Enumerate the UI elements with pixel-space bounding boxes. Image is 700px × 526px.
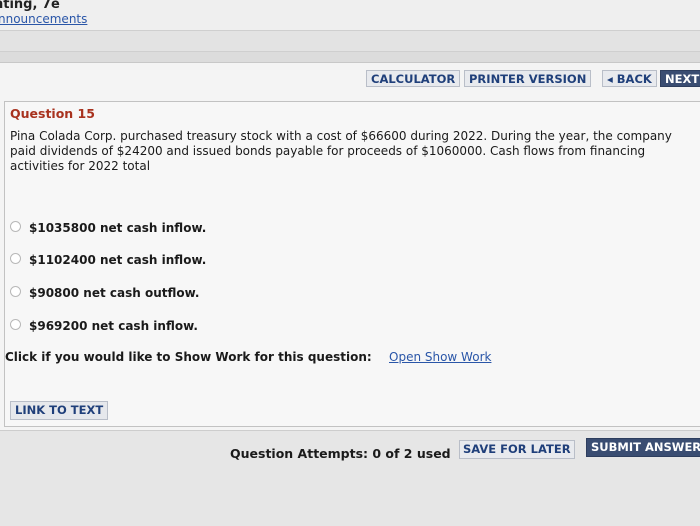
- back-button[interactable]: ◂ BACK: [602, 70, 657, 87]
- radio-button-3[interactable]: [10, 285, 21, 297]
- answer-option-label: $90800 net cash outflow.: [29, 286, 200, 300]
- answer-option-1[interactable]: $1035800 net cash inflow.: [10, 220, 206, 236]
- announcements-link[interactable]: nnouncements: [0, 12, 87, 26]
- radio-button-1[interactable]: [10, 220, 21, 232]
- question-text: Pina Colada Corp. purchased treasury sto…: [10, 129, 672, 173]
- header-divider: [0, 30, 700, 52]
- question-box: Question 15 Pina Colada Corp. purchased …: [4, 101, 700, 427]
- answer-option-label: $1102400 net cash inflow.: [29, 253, 207, 267]
- question-attempts: Question Attempts: 0 of 2 used: [230, 446, 451, 461]
- course-title: nting, 7e: [0, 0, 60, 12]
- answer-option-label: $969200 net cash inflow.: [29, 319, 198, 333]
- show-work-prompt: Click if you would like to Show Work for…: [5, 350, 372, 364]
- link-to-text-button[interactable]: LINK TO TEXT: [10, 401, 109, 420]
- answer-option-2[interactable]: $1102400 net cash inflow.: [10, 252, 206, 268]
- calculator-button[interactable]: CALCULATOR: [366, 70, 461, 87]
- next-button[interactable]: NEXT: [660, 70, 700, 87]
- save-for-later-button[interactable]: SAVE FOR LATER: [459, 440, 575, 459]
- answer-option-label: $1035800 net cash inflow.: [29, 221, 207, 235]
- toolbar: CALCULATOR PRINTER VERSION ◂ BACK NEXT: [0, 63, 700, 93]
- question-number: Question 15: [10, 106, 95, 121]
- open-show-work-link[interactable]: Open Show Work: [389, 350, 491, 364]
- answer-option-4[interactable]: $969200 net cash inflow.: [10, 318, 198, 334]
- submit-answer-button[interactable]: SUBMIT ANSWER: [586, 438, 700, 457]
- radio-button-4[interactable]: [10, 318, 21, 330]
- printer-version-button[interactable]: PRINTER VERSION: [464, 70, 592, 87]
- radio-button-2[interactable]: [10, 252, 21, 264]
- answer-option-3[interactable]: $90800 net cash outflow.: [10, 285, 199, 301]
